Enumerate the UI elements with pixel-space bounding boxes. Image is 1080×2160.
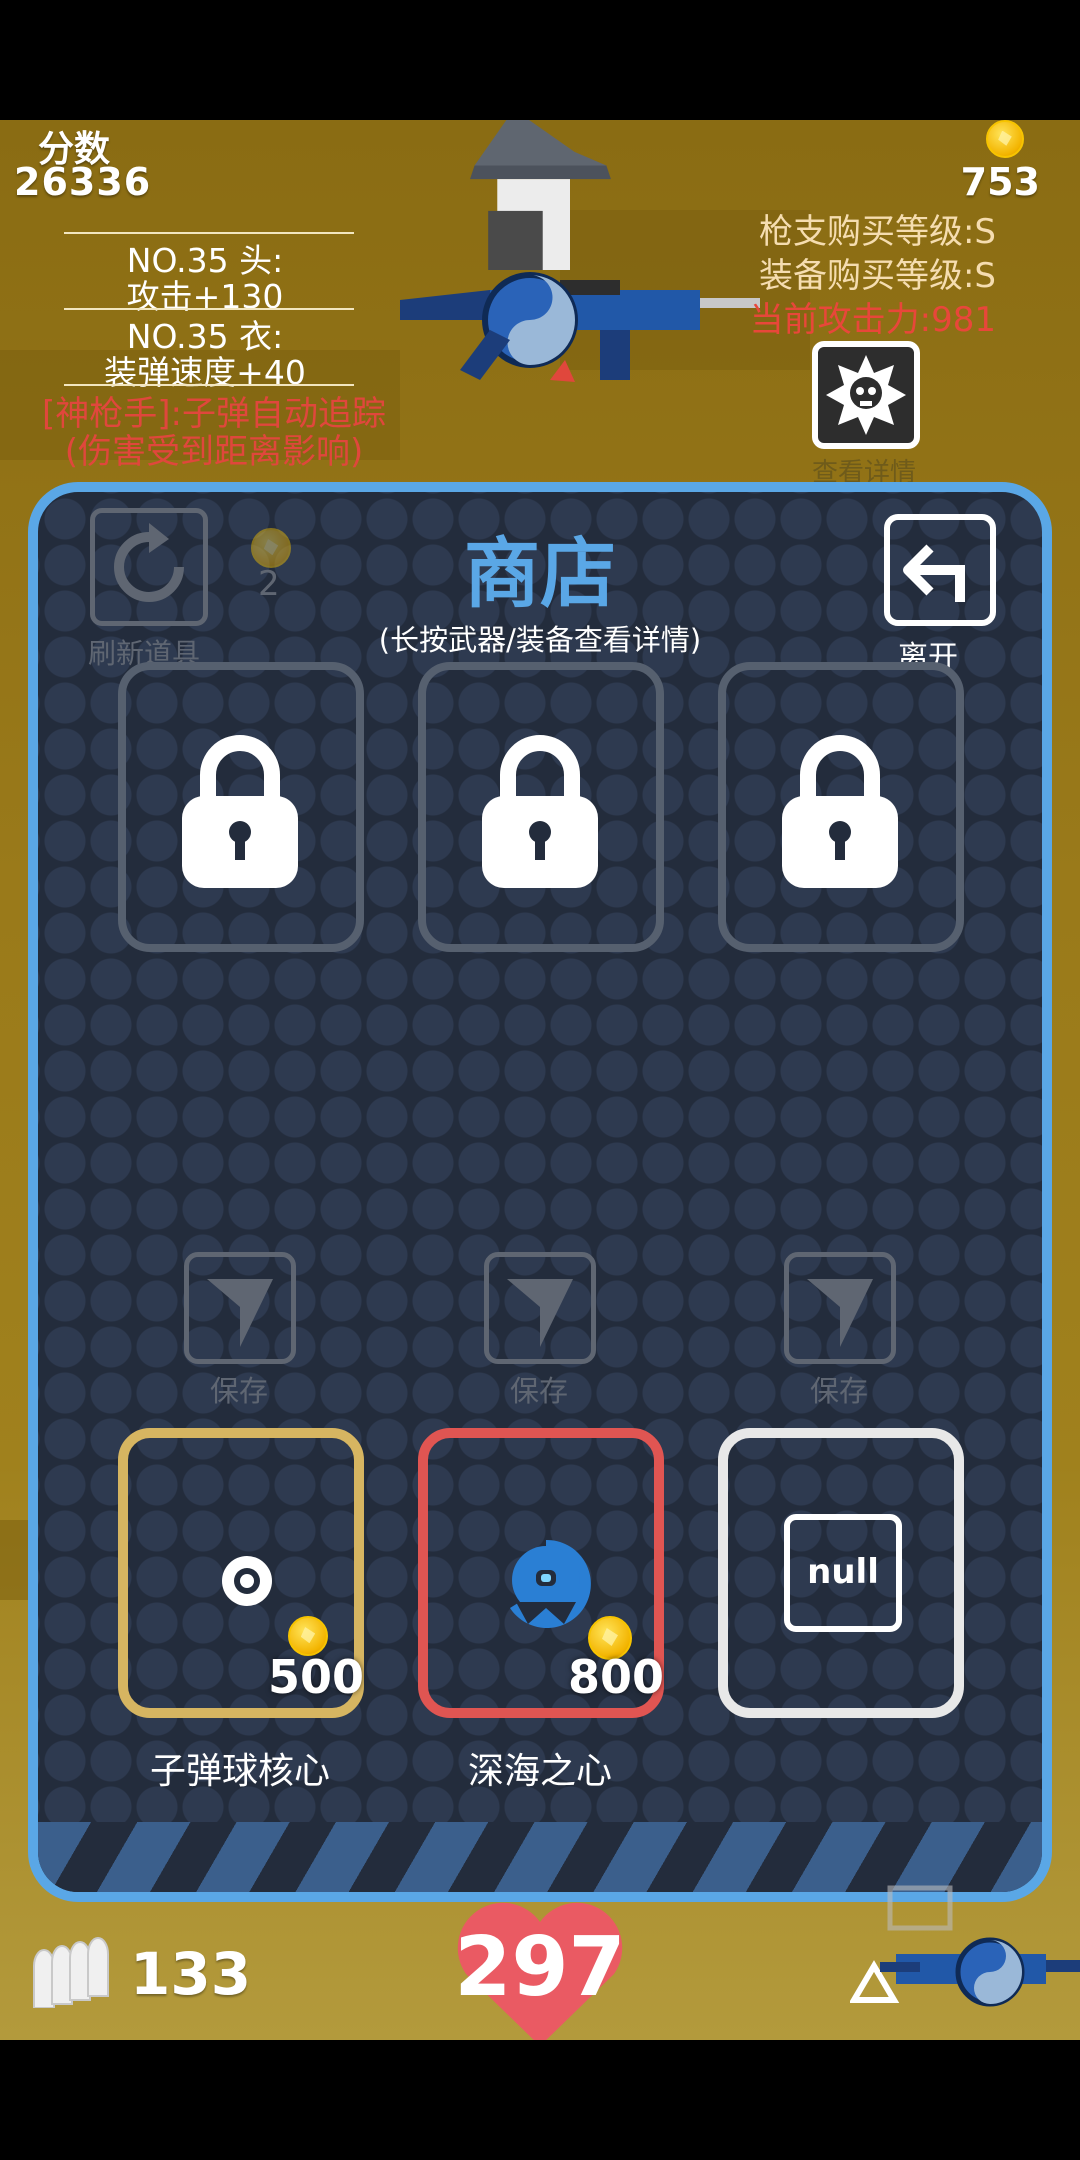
save-label: 保存 [210,1374,269,1408]
save-label: 保存 [510,1374,569,1408]
down-arrow-icon [807,1279,873,1347]
skull-star-icon [826,355,906,435]
attack-power: 当前攻击力:981 [749,300,996,340]
skill-note: (伤害受到距离影响) [64,432,364,472]
save-button[interactable] [484,1252,596,1364]
ammo-icon [33,1937,109,2008]
item-price: 800 [568,1650,665,1704]
locked-slot[interactable] [118,662,364,952]
shop-panel: 刷新道具 2 商店 (长按武器/装备查看详情) 离开 保存 保存 保存 500 … [28,482,1052,1902]
shop-item-empty[interactable]: null [718,1428,964,1718]
back-arrow-icon [903,544,965,602]
lock-icon [182,735,298,888]
item-price: 500 [268,1650,365,1704]
equip-purchase-level: 装备购买等级:S [758,256,996,296]
game-scene: 分数 26336 NO.35 头: 攻击+130 NO.35 衣: 装弹速度+4… [0,120,1080,2040]
deep-sea-heart-icon [510,1539,591,1628]
health-value: 297 [454,1920,626,2015]
shop-item-bullet-core[interactable]: 500 [118,1428,364,1718]
gun-purchase-level: 枪支购买等级:S [758,212,996,252]
score-value: 26336 [14,160,152,204]
coin-icon [986,120,1024,158]
item-name: 子弹球核心 [149,1751,330,1792]
down-arrow-icon [207,1279,273,1347]
save-button[interactable] [784,1252,896,1364]
lock-icon [782,735,898,888]
bullet-ball-core-icon [222,1556,272,1606]
leave-button[interactable] [884,514,996,626]
ammo-count: 133 [130,1940,252,2008]
lock-icon [482,735,598,888]
locked-slot[interactable] [418,662,664,952]
null-icon: null [784,1514,902,1632]
item-name: 深海之心 [467,1751,612,1792]
coin-count: 753 [960,160,1040,204]
weapon-switch-icon[interactable] [850,1880,1080,2030]
down-arrow-icon [507,1279,573,1347]
locked-slot[interactable] [718,662,964,952]
save-label: 保存 [810,1374,869,1408]
shop-item-deep-sea-heart[interactable]: 800 [418,1428,664,1718]
view-details-button[interactable] [812,341,920,449]
save-button[interactable] [184,1252,296,1364]
character-hat-icon [470,120,611,270]
current-gun-icon [400,272,760,382]
